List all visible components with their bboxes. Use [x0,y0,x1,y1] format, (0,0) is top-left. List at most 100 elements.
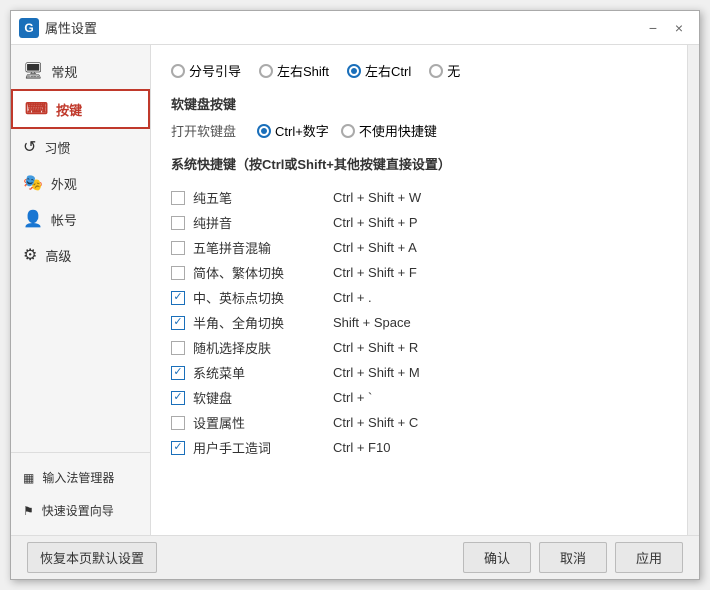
checkbox-wubi-pinyin[interactable] [171,241,185,255]
sidebar-item-general[interactable]: 🖥 常规 [11,53,150,89]
quick-setup-tool[interactable]: ⚑ 快速设置向导 [11,494,150,527]
open-soft-keyboard-label: 打开软键盘 [171,121,241,140]
main-content: 分号引导 左右Shift 左右Ctrl 无 软键盘按键 [151,45,687,535]
soft-keyboard-section: 软键盘按键 打开软键盘 Ctrl+数字 不使用快捷键 [171,94,667,140]
shortcut-name-pinyin: 纯拼音 [193,213,333,232]
radio-circle-ctrl-num [257,124,271,138]
title-bar: G 属性设置 − × [11,11,699,45]
shortcut-name-random-skin: 随机选择皮肤 [193,338,333,357]
radio-none-label: 无 [447,61,460,80]
radio-circle-lr-ctrl [347,64,361,78]
system-shortcuts-title: 系统快捷键（按Ctrl或Shift+其他按键直接设置） [171,154,667,177]
soft-keyboard-open-row: 打开软键盘 Ctrl+数字 不使用快捷键 [171,121,667,140]
shortcut-name-wubi-pinyin: 五笔拼音混输 [193,238,333,257]
checkbox-pinyin[interactable] [171,216,185,230]
sidebar-item-account[interactable]: 👤 帐号 [11,201,150,237]
shortcut-row-wubi-pinyin: 五笔拼音混输 Ctrl + Shift + A [171,235,667,260]
checkbox-soft-kb[interactable] [171,391,185,405]
soft-kb-radio-group: Ctrl+数字 不使用快捷键 [257,121,437,140]
radio-lr-ctrl[interactable]: 左右Ctrl [347,61,411,80]
shortcut-key-cn-en: Ctrl + . [333,290,667,305]
sidebar-item-habits[interactable]: ↺ 习惯 [11,129,150,165]
radio-circle-no-shortcut [341,124,355,138]
footer-left: 恢复本页默认设置 [27,542,157,573]
shortcut-row-sys-menu: 系统菜单 Ctrl + Shift + M [171,360,667,385]
restore-defaults-button[interactable]: 恢复本页默认设置 [27,542,157,573]
sidebar-item-advanced[interactable]: ⚙ 高级 [11,237,150,273]
shortcut-row-half-full: 半角、全角切换 Shift + Space [171,310,667,335]
content-area: 🖥 常规 ⌨ 按键 ↺ 习惯 🎭 外观 👤 帐号 ⚙ 高级 [11,45,699,535]
radio-no-shortcut[interactable]: 不使用快捷键 [341,121,437,140]
checkbox-half-full[interactable] [171,316,185,330]
shortcut-name-soft-kb: 软键盘 [193,388,333,407]
close-button[interactable]: × [667,16,691,40]
advanced-icon: ⚙ [23,245,37,265]
shortcut-name-sys-menu: 系统菜单 [193,363,333,382]
shortcut-row-user-dict: 用户手工造词 Ctrl + F10 [171,435,667,460]
shortcut-key-sys-menu: Ctrl + Shift + M [333,365,667,380]
radio-lr-shift-label: 左右Shift [277,61,329,80]
title-bar-left: G 属性设置 [19,18,97,38]
sidebar: 🖥 常规 ⌨ 按键 ↺ 习惯 🎭 外观 👤 帐号 ⚙ 高级 [11,45,151,535]
confirm-button[interactable]: 确认 [463,542,531,573]
radio-semicolon[interactable]: 分号引导 [171,61,241,80]
checkbox-cn-en[interactable] [171,291,185,305]
sidebar-item-appearance[interactable]: 🎭 外观 [11,165,150,201]
shortcut-key-properties: Ctrl + Shift + C [333,415,667,430]
main-window: G 属性设置 − × 🖥 常规 ⌨ 按键 ↺ 习惯 🎭 外观 [10,10,700,580]
apply-button[interactable]: 应用 [615,542,683,573]
checkbox-random-skin[interactable] [171,341,185,355]
shortcut-name-properties: 设置属性 [193,413,333,432]
shortcut-key-wubi: Ctrl + Shift + W [333,190,667,205]
checkbox-properties[interactable] [171,416,185,430]
shortcut-row-pinyin: 纯拼音 Ctrl + Shift + P [171,210,667,235]
cancel-button[interactable]: 取消 [539,542,607,573]
window-title: 属性设置 [45,18,97,37]
radio-circle-lr-shift [259,64,273,78]
ime-manager-tool[interactable]: ▦ 输入法管理器 [11,461,150,494]
shortcut-name-user-dict: 用户手工造词 [193,438,333,457]
checkbox-simp-trad[interactable] [171,266,185,280]
shortcut-row-cn-en: 中、英标点切换 Ctrl + . [171,285,667,310]
quick-setup-icon: ⚑ [23,504,34,518]
sidebar-label-account: 帐号 [51,210,77,229]
shortcut-key-half-full: Shift + Space [333,315,667,330]
shortcut-key-random-skin: Ctrl + Shift + R [333,340,667,355]
scrollbar[interactable] [687,45,699,535]
shortcuts-list: 纯五笔 Ctrl + Shift + W 纯拼音 Ctrl + Shift + … [171,185,667,460]
title-controls: − × [641,16,691,40]
shortcut-key-wubi-pinyin: Ctrl + Shift + A [333,240,667,255]
sidebar-label-general: 常规 [51,62,77,81]
radio-semicolon-label: 分号引导 [189,61,241,80]
checkbox-wubi[interactable] [171,191,185,205]
shortcut-row-properties: 设置属性 Ctrl + Shift + C [171,410,667,435]
footer-right: 确认 取消 应用 [463,542,683,573]
sidebar-label-appearance: 外观 [51,174,77,193]
shortcut-name-half-full: 半角、全角切换 [193,313,333,332]
checkbox-user-dict[interactable] [171,441,185,455]
shortcut-key-user-dict: Ctrl + F10 [333,440,667,455]
sidebar-bottom: ▦ 输入法管理器 ⚑ 快速设置向导 [11,452,150,535]
radio-circle-none [429,64,443,78]
checkbox-sys-menu[interactable] [171,366,185,380]
shortcut-name-wubi: 纯五笔 [193,188,333,207]
radio-ctrl-num[interactable]: Ctrl+数字 [257,121,329,140]
radio-none[interactable]: 无 [429,61,460,80]
radio-lr-shift[interactable]: 左右Shift [259,61,329,80]
shortcut-name-cn-en: 中、英标点切换 [193,288,333,307]
minimize-button[interactable]: − [641,16,665,40]
sidebar-label-keys: 按键 [56,100,82,119]
account-icon: 👤 [23,209,43,229]
shortcut-key-soft-kb: Ctrl + ` [333,390,667,405]
ime-manager-label: 输入法管理器 [42,469,114,486]
sidebar-label-advanced: 高级 [45,246,71,265]
ime-manager-icon: ▦ [23,471,34,485]
shortcut-row-soft-kb: 软键盘 Ctrl + ` [171,385,667,410]
soft-keyboard-title: 软键盘按键 [171,94,667,113]
shortcut-row-random-skin: 随机选择皮肤 Ctrl + Shift + R [171,335,667,360]
shortcut-row-wubi: 纯五笔 Ctrl + Shift + W [171,185,667,210]
switch-method-group: 分号引导 左右Shift 左右Ctrl 无 [171,61,667,80]
monitor-icon: 🖥 [23,61,43,81]
radio-circle-semicolon [171,64,185,78]
sidebar-item-keys[interactable]: ⌨ 按键 [11,89,150,129]
